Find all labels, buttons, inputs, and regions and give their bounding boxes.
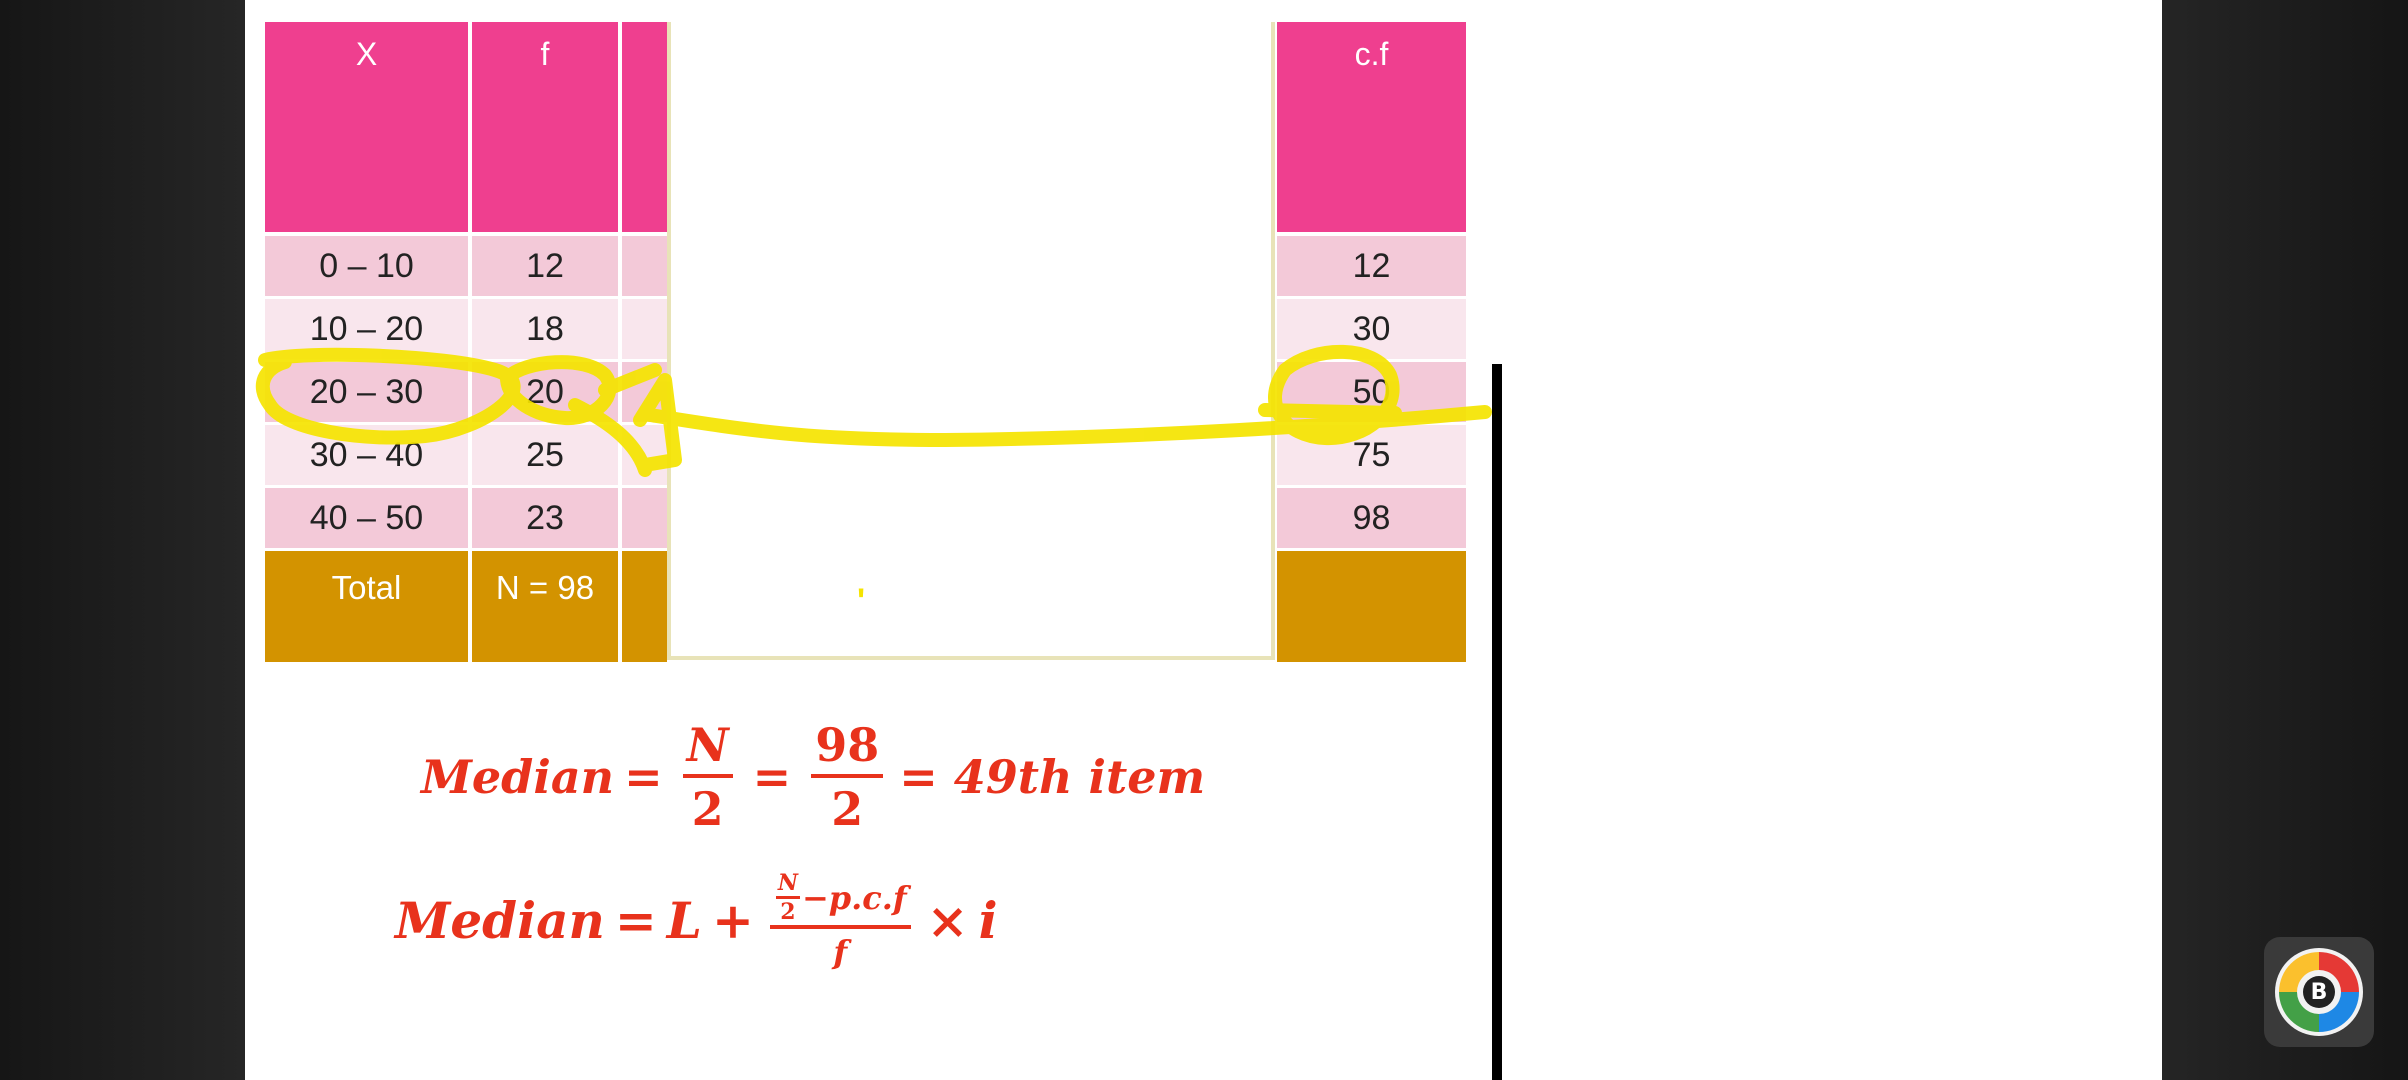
- cell-cf-row1: 12: [1277, 236, 1466, 296]
- main-denominator: f: [833, 933, 848, 971]
- frac2-numerator: 98: [815, 718, 880, 772]
- right-letterbox: [2162, 0, 2408, 1080]
- median-label-1: Median: [421, 750, 615, 804]
- fraction-n-over-2: N 2: [682, 718, 733, 836]
- frac2-denominator: 2: [831, 782, 864, 836]
- cell-cf-row4: 75: [1277, 425, 1466, 485]
- inner-denominator: 2: [780, 899, 796, 925]
- column-f: f 12 18 20 25 23 N = 98: [472, 22, 618, 662]
- channel-logo[interactable]: B: [2264, 937, 2374, 1047]
- times-sign: ×: [926, 891, 969, 950]
- class-width-i: i: [978, 891, 998, 950]
- total-label: Total: [265, 551, 468, 662]
- column-spacer: [622, 22, 667, 662]
- cell-x-row5: 40 – 50: [265, 488, 468, 548]
- header-f: f: [472, 22, 618, 232]
- cell-x-row3: 20 – 30: [265, 362, 468, 422]
- equals-2: =: [752, 750, 792, 804]
- cell-f-row2: 18: [472, 299, 618, 359]
- cell-f-row4: 25: [472, 425, 618, 485]
- median-interpolation-formula: Median = L + N 2 −p.c.f f × i: [395, 870, 998, 971]
- spacer-row3: [622, 362, 667, 422]
- header-x: X: [265, 22, 468, 232]
- spacer-row4: [622, 425, 667, 485]
- median-result: = 49th item: [899, 750, 1206, 804]
- main-numerator: N 2 −p.c.f: [770, 870, 911, 925]
- annotation-vertical-line: [1492, 364, 1502, 1080]
- minus-pcf: −p.c.f: [801, 878, 907, 917]
- median-position-formula: Median = N 2 = 98 2 = 49th item: [421, 718, 1205, 836]
- header-cf: c.f: [1277, 22, 1466, 232]
- empty-columns-area: ': [667, 22, 1275, 660]
- frac1-denominator: 2: [691, 782, 724, 836]
- frac1-numerator: N: [686, 718, 729, 772]
- stray-mark: ': [857, 582, 866, 620]
- spacer-total: [622, 551, 667, 662]
- cell-f-row1: 12: [472, 236, 618, 296]
- logo-letter: B: [2310, 979, 2328, 1005]
- equals-1: =: [624, 750, 663, 804]
- cell-x-row4: 30 – 40: [265, 425, 468, 485]
- inner-numerator: N: [777, 870, 798, 896]
- main-fraction: N 2 −p.c.f f: [769, 870, 911, 971]
- cell-x-row1: 0 – 10: [265, 236, 468, 296]
- cell-cf-row3: 50: [1277, 362, 1466, 422]
- column-cf: c.f 12 30 50 75 98: [1277, 22, 1466, 662]
- lower-limit-L: L: [666, 891, 702, 950]
- fraction-98-over-2: 98 2: [811, 718, 884, 836]
- lecture-slide: X 0 – 10 10 – 20 20 – 30 30 – 40 40 – 50…: [245, 0, 2162, 1080]
- frequency-table: X 0 – 10 10 – 20 20 – 30 30 – 40 40 – 50…: [265, 22, 1466, 662]
- spacer-row2: [622, 299, 667, 359]
- spacer-row1: [622, 236, 667, 296]
- left-letterbox: [0, 0, 245, 1080]
- equals-3: =: [614, 891, 657, 950]
- total-cf: [1277, 551, 1466, 662]
- cell-f-row3: 20: [472, 362, 618, 422]
- inner-fraction: N 2: [775, 870, 800, 925]
- cell-x-row2: 10 – 20: [265, 299, 468, 359]
- spacer-row5: [622, 488, 667, 548]
- median-label-2: Median: [395, 891, 605, 950]
- spacer-header: [622, 22, 667, 232]
- plus-sign: +: [711, 891, 754, 950]
- column-x: X 0 – 10 10 – 20 20 – 30 30 – 40 40 – 50…: [265, 22, 468, 662]
- cell-cf-row5: 98: [1277, 488, 1466, 548]
- total-f: N = 98: [472, 551, 618, 662]
- cell-f-row5: 23: [472, 488, 618, 548]
- cell-cf-row2: 30: [1277, 299, 1466, 359]
